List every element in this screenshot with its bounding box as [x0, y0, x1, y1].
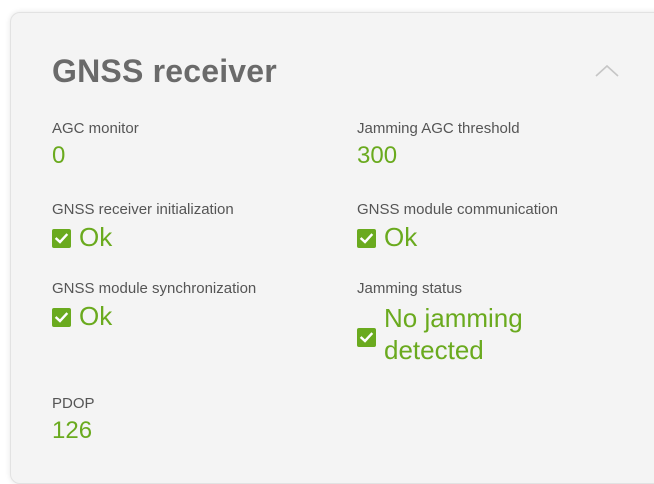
- checkbox-checked-icon: [357, 229, 376, 248]
- jamming-status-label: Jamming status: [357, 280, 463, 297]
- module-comm-value: Ok: [384, 222, 418, 252]
- card-title: GNSS receiver: [52, 53, 277, 89]
- checkbox-checked-icon: [52, 229, 71, 248]
- module-comm-field: GNSS module communication Ok: [357, 201, 558, 252]
- module-comm-status: Ok: [357, 223, 558, 252]
- jamming-status-field: Jamming status No jamming detected: [357, 280, 523, 366]
- jamming-status-value-line2: detected: [384, 335, 484, 365]
- checkbox-checked-icon: [357, 328, 376, 347]
- jamming-agc-threshold-value: 300: [357, 142, 398, 169]
- chevron-up-icon: [595, 64, 619, 77]
- module-sync-field: GNSS module synchronization Ok: [52, 280, 256, 331]
- gnss-receiver-card: GNSS receiver AGC monitor 0 Jamming AGC …: [10, 12, 654, 484]
- module-sync-status: Ok: [52, 302, 256, 331]
- receiver-init-field: GNSS receiver initialization Ok: [52, 201, 234, 252]
- jamming-agc-threshold-label: Jamming AGC threshold: [357, 120, 520, 137]
- jamming-agc-threshold-field: Jamming AGC threshold 300: [357, 120, 520, 170]
- pdop-field: PDOP 126: [52, 395, 95, 445]
- jamming-status-value-line1: No jamming: [384, 303, 523, 333]
- checkbox-checked-icon: [52, 308, 71, 327]
- agc-monitor-label: AGC monitor: [52, 120, 139, 137]
- receiver-init-label: GNSS receiver initialization: [52, 201, 234, 218]
- pdop-value: 126: [52, 417, 93, 444]
- jamming-status-status: No jamming detected: [357, 302, 523, 366]
- receiver-init-status: Ok: [52, 223, 234, 252]
- agc-monitor-field: AGC monitor 0: [52, 120, 139, 170]
- receiver-init-value: Ok: [79, 222, 113, 252]
- module-comm-label: GNSS module communication: [357, 201, 558, 218]
- pdop-label: PDOP: [52, 395, 95, 412]
- module-sync-value: Ok: [79, 301, 113, 331]
- jamming-status-value: No jamming detected: [384, 302, 523, 366]
- collapse-button[interactable]: [591, 55, 623, 87]
- module-sync-label: GNSS module synchronization: [52, 280, 257, 297]
- agc-monitor-value: 0: [52, 142, 66, 169]
